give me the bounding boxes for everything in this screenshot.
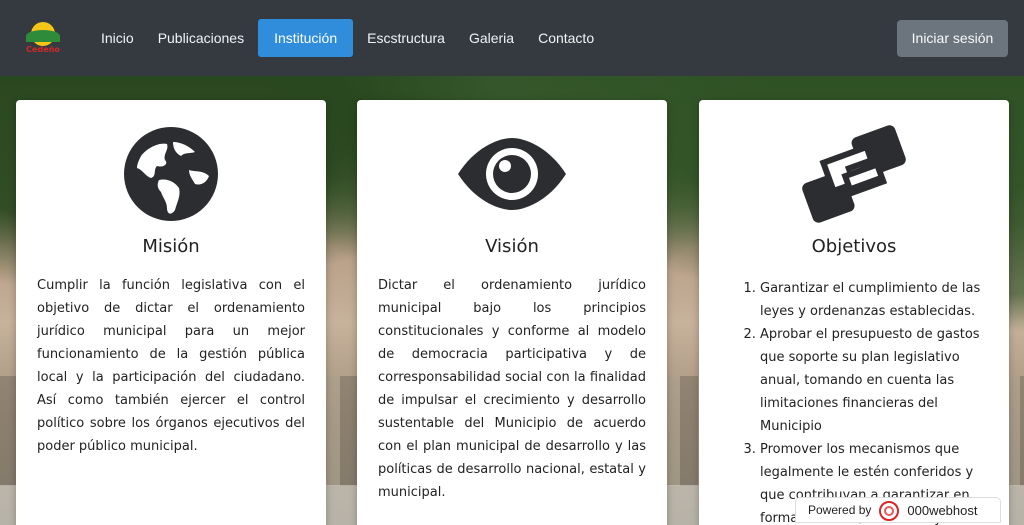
mision-card: Misión Cumplir la función legislativa co…: [16, 100, 326, 525]
brand-logo[interactable]: Cedeño: [22, 20, 64, 58]
vision-text: Dictar el ordenamiento jurídico municipa…: [378, 278, 646, 500]
globe-icon: [16, 124, 326, 224]
objetivos-card: Objetivos Garantizar el cumplimiento de …: [699, 100, 1009, 525]
powered-by-text: Powered by: [808, 503, 872, 517]
nav-link-contacto[interactable]: Contacto: [526, 19, 606, 57]
nav-link-institucion[interactable]: Institución: [258, 19, 354, 57]
list-item: Aprobar el presupuesto de gastos que sop…: [760, 323, 985, 438]
nav-link-inicio[interactable]: Inicio: [89, 19, 146, 57]
objetivos-list: Garantizar el cumplimiento de las leyes …: [738, 277, 985, 525]
eye-icon: [357, 124, 667, 224]
mision-title: Misión: [142, 236, 200, 257]
navbar: Cedeño Inicio Publicaciones Institución …: [0, 0, 1024, 76]
mision-text: Cumplir la función legislativa con el ob…: [37, 278, 305, 454]
nav-links: Inicio Publicaciones Institución Escstru…: [89, 19, 606, 57]
webhost-name: 000webhost: [907, 502, 978, 518]
webhost-logo-icon: [877, 497, 903, 523]
powered-by-badge[interactable]: Powered by 000webhost: [795, 497, 1001, 523]
handshake-icon: [699, 124, 1009, 224]
nav-link-galeria[interactable]: Galeria: [457, 19, 526, 57]
vision-title: Visión: [485, 236, 539, 257]
login-button[interactable]: Iniciar sesión: [897, 20, 1008, 57]
vision-card: Visión Dictar el ordenamiento jurídico m…: [357, 100, 667, 525]
brand-text: Cedeño: [26, 45, 60, 54]
objetivos-title: Objetivos: [811, 236, 897, 257]
nav-link-publicaciones[interactable]: Publicaciones: [146, 19, 256, 57]
nav-link-estructura[interactable]: Escstructura: [355, 19, 457, 57]
list-item: Garantizar el cumplimiento de las leyes …: [760, 277, 985, 323]
